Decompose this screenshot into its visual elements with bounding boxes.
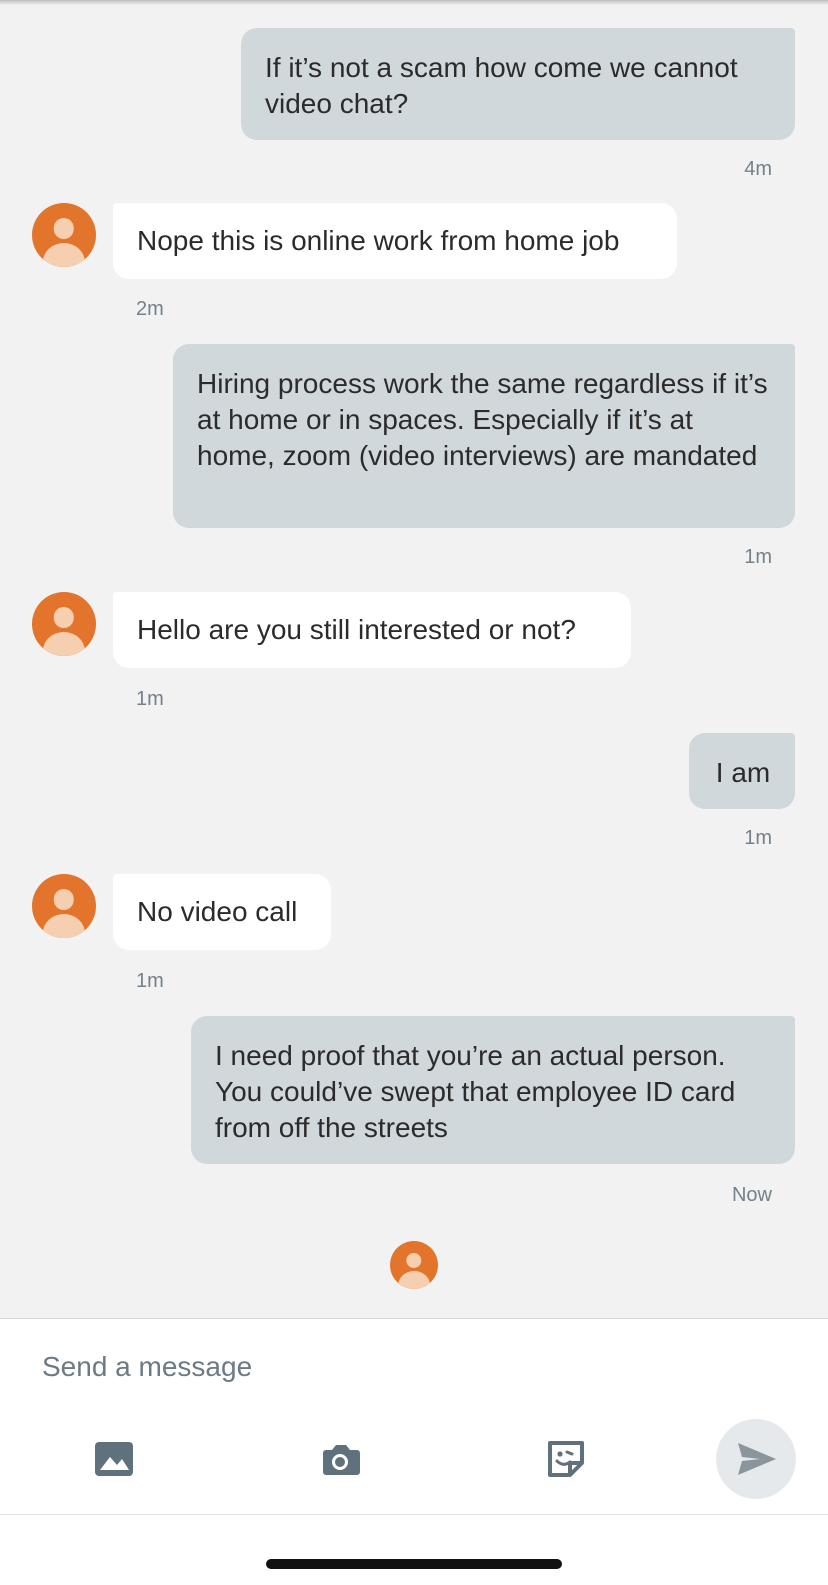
message-thread[interactable]: If it’s not a scam how come we cannot vi…: [0, 0, 828, 1318]
outgoing-message-bubble[interactable]: If it’s not a scam how come we cannot vi…: [241, 28, 795, 140]
avatar-head-shape: [406, 1252, 422, 1268]
avatar-body-shape: [398, 1270, 430, 1289]
message-timestamp: Now: [731, 1184, 772, 1206]
message-timestamp: 1m: [136, 970, 164, 992]
incoming-message-bubble[interactable]: Nope this is online work from home job: [113, 203, 677, 279]
avatar-body-shape: [42, 631, 86, 656]
send-icon: [738, 1443, 776, 1475]
incoming-message-bubble[interactable]: No video call: [113, 874, 331, 950]
message-timestamp: 1m: [744, 827, 772, 849]
home-indicator[interactable]: [266, 1559, 562, 1569]
message-composer: Send a message: [0, 1318, 828, 1514]
camera-icon[interactable]: [318, 1437, 362, 1481]
message-timestamp: 2m: [136, 298, 164, 320]
avatar-body-shape: [42, 913, 86, 938]
avatar-body-shape: [42, 242, 86, 267]
send-button[interactable]: [716, 1419, 796, 1499]
message-timestamp: 1m: [744, 546, 772, 568]
typing-indicator-avatar: [390, 1241, 438, 1289]
sticker-icon[interactable]: [544, 1437, 588, 1481]
outgoing-message-bubble[interactable]: Hiring process work the same regardless …: [173, 344, 795, 528]
avatar-head-shape: [53, 607, 75, 628]
outgoing-message-bubble[interactable]: I need proof that you’re an actual perso…: [191, 1016, 795, 1164]
message-input[interactable]: Send a message: [42, 1347, 642, 1387]
home-bar-area: [0, 1514, 828, 1585]
contact-avatar[interactable]: [32, 874, 96, 938]
contact-avatar[interactable]: [32, 203, 96, 267]
avatar-head-shape: [53, 218, 75, 239]
incoming-message-bubble[interactable]: Hello are you still interested or not?: [113, 592, 631, 668]
message-timestamp: 1m: [136, 688, 164, 710]
contact-avatar[interactable]: [32, 592, 96, 656]
avatar-head-shape: [53, 889, 75, 910]
outgoing-message-bubble[interactable]: I am: [689, 733, 795, 809]
image-icon[interactable]: [92, 1437, 136, 1481]
message-timestamp: 4m: [744, 158, 772, 180]
